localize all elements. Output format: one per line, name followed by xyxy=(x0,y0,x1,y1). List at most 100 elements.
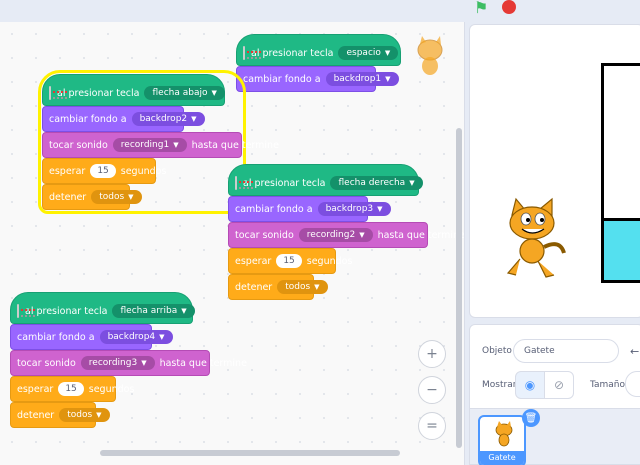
stop-block[interactable]: detener todos ▼ xyxy=(42,184,142,210)
sound-dropdown[interactable]: recording2 ▼ xyxy=(298,228,373,242)
zoom-in-button[interactable]: + xyxy=(418,340,446,368)
wait-block[interactable]: esperar 15 segundos xyxy=(42,158,166,184)
chevron-down-icon: ▼ xyxy=(128,193,134,201)
zoom-out-button[interactable]: − xyxy=(418,376,446,404)
block-label: cambiar fondo a xyxy=(243,73,321,85)
backdrop-dropdown[interactable]: backdrop1 ▼ xyxy=(325,72,399,86)
script-flecha-abajo[interactable]: al presionar tecla flecha abajo ▼ cambiar… xyxy=(38,70,279,214)
block-label: tocar sonido xyxy=(49,139,108,151)
block-label: segundos xyxy=(120,165,167,177)
when-key-pressed-block[interactable]: al presionar tecla flecha abajo ▼ xyxy=(42,74,225,106)
keyboard-icon xyxy=(235,176,253,190)
wait-block[interactable]: esperar 15 segundos xyxy=(228,248,352,274)
block-label: detener xyxy=(49,191,87,203)
backdrop-dropdown[interactable]: backdrop2 ▼ xyxy=(131,112,205,126)
block-label: al presionar tecla xyxy=(25,305,108,317)
chevron-down-icon: ▼ xyxy=(141,359,147,367)
eye-icon: ◉ xyxy=(524,378,536,392)
size-input[interactable] xyxy=(625,371,640,397)
block-label: detener xyxy=(17,409,55,421)
block-label: segundos xyxy=(306,255,353,267)
backdrop-dropdown[interactable]: backdrop4 ▼ xyxy=(99,330,173,344)
sprite-list: Gatete 🗑 xyxy=(469,408,640,465)
block-label: esperar xyxy=(17,383,54,395)
show-hidden-button[interactable]: ⊘ xyxy=(544,371,574,399)
chevron-down-icon: ▼ xyxy=(211,89,217,97)
block-label: esperar xyxy=(235,255,272,267)
block-label: hasta que termine xyxy=(159,357,247,369)
chevron-down-icon: ▼ xyxy=(377,205,383,213)
vertical-scrollbar[interactable] xyxy=(456,128,462,448)
block-label: al presionar tecla xyxy=(251,47,334,59)
seconds-input[interactable]: 15 xyxy=(276,254,302,268)
backdrop-frame xyxy=(601,63,640,283)
play-sound-until-done-block[interactable]: tocar sonido recording1 ▼ hasta que termi… xyxy=(42,132,279,158)
show-label: Mostrar xyxy=(482,380,517,390)
trash-icon[interactable]: 🗑 xyxy=(522,409,540,427)
horizontal-scrollbar[interactable] xyxy=(100,450,400,456)
key-dropdown[interactable]: flecha derecha ▼ xyxy=(330,176,423,190)
block-label: al presionar tecla xyxy=(243,177,326,189)
key-dropdown[interactable]: flecha abajo ▼ xyxy=(144,86,225,100)
when-key-pressed-block[interactable]: al presionar tecla flecha derecha ▼ xyxy=(228,164,423,196)
block-label: tocar sonido xyxy=(17,357,76,369)
key-dropdown[interactable]: flecha arriba ▼ xyxy=(112,304,195,318)
show-visible-button[interactable]: ◉ xyxy=(515,371,545,399)
code-workspace[interactable]: al presionar tecla espacio ▼ cambiar fond… xyxy=(0,22,465,465)
play-sound-until-done-block[interactable]: tocar sonido recording3 ▼ hasta que termi… xyxy=(10,350,247,376)
backdrop-cyan-block xyxy=(604,218,640,280)
arrow-left-icon: ← xyxy=(630,345,640,358)
sprite-thumb-label: Gatete xyxy=(480,451,524,465)
script-espacio[interactable]: al presionar tecla espacio ▼ cambiar fond… xyxy=(236,34,401,92)
stop-dropdown[interactable]: todos ▼ xyxy=(59,408,110,422)
switch-backdrop-block[interactable]: cambiar fondo a backdrop4 ▼ xyxy=(10,324,173,350)
chevron-down-icon: ▼ xyxy=(173,141,179,149)
cat-sprite[interactable] xyxy=(498,197,570,281)
sound-dropdown[interactable]: recording1 ▼ xyxy=(112,138,187,152)
block-label: segundos xyxy=(88,383,135,395)
block-label: hasta que termine xyxy=(377,229,465,241)
seconds-input[interactable]: 15 xyxy=(90,164,116,178)
script-flecha-derecha[interactable]: al presionar tecla flecha derecha ▼ cambi… xyxy=(228,164,464,300)
switch-backdrop-block[interactable]: cambiar fondo a backdrop1 ▼ xyxy=(236,66,399,92)
block-label: cambiar fondo a xyxy=(17,331,95,343)
switch-backdrop-block[interactable]: cambiar fondo a backdrop3 ▼ xyxy=(228,196,391,222)
zoom-reset-icon: = xyxy=(426,418,438,434)
keyboard-icon xyxy=(243,46,261,60)
block-label: esperar xyxy=(49,165,86,177)
top-strip xyxy=(0,0,465,22)
stop-block[interactable]: detener todos ▼ xyxy=(228,274,328,300)
stop-dropdown[interactable]: todos ▼ xyxy=(91,190,142,204)
script-flecha-arriba[interactable]: al presionar tecla flecha arriba ▼ cambia… xyxy=(10,292,247,428)
stop-block[interactable]: detener todos ▼ xyxy=(10,402,110,428)
green-flag-icon[interactable]: ⚑ xyxy=(474,0,492,17)
stop-icon[interactable] xyxy=(502,0,516,14)
play-sound-until-done-block[interactable]: tocar sonido recording2 ▼ hasta que termi… xyxy=(228,222,464,248)
cat-thumb-icon xyxy=(495,421,513,447)
block-label: cambiar fondo a xyxy=(235,203,313,215)
chevron-down-icon: ▼ xyxy=(359,231,365,239)
key-dropdown[interactable]: espacio ▼ xyxy=(338,46,399,60)
chevron-down-icon: ▼ xyxy=(314,283,320,291)
when-key-pressed-block[interactable]: al presionar tecla flecha arriba ▼ xyxy=(10,292,195,324)
block-label: tocar sonido xyxy=(235,229,294,241)
wait-block[interactable]: esperar 15 segundos xyxy=(10,376,134,402)
when-key-pressed-block[interactable]: al presionar tecla espacio ▼ xyxy=(236,34,401,66)
switch-backdrop-block[interactable]: cambiar fondo a backdrop2 ▼ xyxy=(42,106,205,132)
backdrop-dropdown[interactable]: backdrop3 ▼ xyxy=(317,202,391,216)
zoom-out-icon: − xyxy=(426,382,438,398)
block-label: hasta que termine xyxy=(191,139,279,151)
size-label: Tamaño xyxy=(590,380,626,390)
stop-dropdown[interactable]: todos ▼ xyxy=(277,280,328,294)
sprite-name-input[interactable]: Gatete xyxy=(513,339,619,363)
chevron-down-icon: ▼ xyxy=(191,115,197,123)
block-label: detener xyxy=(235,281,273,293)
object-label: Objeto xyxy=(482,346,512,356)
seconds-input[interactable]: 15 xyxy=(58,382,84,396)
block-label: al presionar tecla xyxy=(57,87,140,99)
scratch-editor: al presionar tecla espacio ▼ cambiar fond… xyxy=(0,0,640,465)
sprite-thumbnail[interactable]: Gatete xyxy=(478,415,526,465)
stage[interactable] xyxy=(469,24,640,318)
sound-dropdown[interactable]: recording3 ▼ xyxy=(80,356,155,370)
zoom-reset-button[interactable]: = xyxy=(418,412,446,440)
